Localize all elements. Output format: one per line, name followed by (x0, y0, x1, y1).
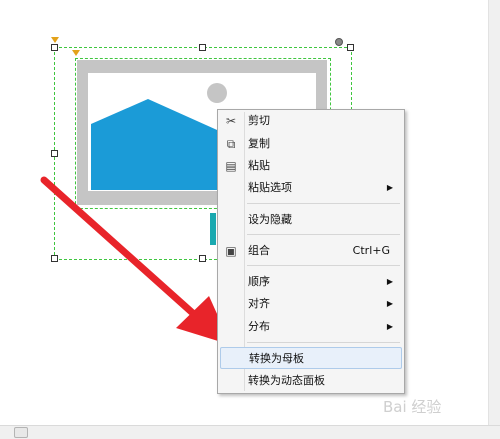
submenu-arrow-icon: ▶ (386, 322, 393, 331)
menu-separator (247, 203, 400, 204)
menu-item-label: 分布 (248, 320, 270, 333)
menu-item-label: 复制 (248, 137, 270, 150)
vertical-scrollbar[interactable] (488, 0, 500, 426)
menu-item-label: 转换为动态面板 (248, 374, 325, 387)
menu-item-label: 顺序 (248, 275, 270, 288)
menu-item-shortcut: Ctrl+G (352, 244, 390, 257)
horizontal-scrollbar[interactable] (0, 425, 500, 439)
copy-icon: ⧉ (226, 137, 236, 151)
menu-item-align[interactable]: 对齐 ▶ (220, 293, 402, 315)
menu-item-order[interactable]: 顺序 ▶ (220, 271, 402, 293)
menu-item-label: 粘贴 (248, 159, 270, 172)
watermark-text: Bai 经验 (383, 398, 442, 416)
menu-item-convert-to-master[interactable]: 转换为母板 (220, 347, 402, 369)
group-icon: ▣ (225, 244, 237, 258)
menu-separator (247, 234, 400, 235)
menu-item-paste[interactable]: ▤ 粘贴 (220, 155, 402, 177)
menu-item-convert-to-dynamic-panel[interactable]: 转换为动态面板 (220, 370, 402, 392)
menu-item-cut[interactable]: ✂ 剪切 (220, 110, 402, 132)
menu-separator (247, 342, 400, 343)
menu-item-copy[interactable]: ⧉ 复制 (220, 133, 402, 155)
menu-item-label: 对齐 (248, 297, 270, 310)
menu-item-set-hidden[interactable]: 设为隐藏 (220, 209, 402, 231)
menu-item-group[interactable]: ▣ 组合 Ctrl+G (220, 240, 402, 262)
menu-item-label: 设为隐藏 (248, 213, 292, 226)
menu-item-label: 组合 (248, 244, 270, 257)
menu-item-label: 转换为母板 (249, 352, 304, 365)
menu-item-label: 剪切 (248, 114, 270, 127)
arrow-shaft (40, 176, 200, 320)
context-menu: ✂ 剪切 ⧉ 复制 ▤ 粘贴 粘贴选项 ▶ 设为隐藏 ▣ 组合 Ctrl+G 顺… (217, 109, 405, 394)
menu-item-paste-options[interactable]: 粘贴选项 ▶ (220, 177, 402, 199)
scissors-icon: ✂ (225, 114, 237, 128)
paste-icon: ▤ (225, 159, 237, 173)
menu-item-distribute[interactable]: 分布 ▶ (220, 316, 402, 338)
scrollbar-thumb[interactable] (14, 427, 28, 438)
submenu-arrow-icon: ▶ (386, 299, 393, 308)
menu-separator (247, 265, 400, 266)
submenu-arrow-icon: ▶ (386, 277, 393, 286)
menu-item-label: 粘贴选项 (248, 181, 292, 194)
submenu-arrow-icon: ▶ (386, 183, 393, 192)
